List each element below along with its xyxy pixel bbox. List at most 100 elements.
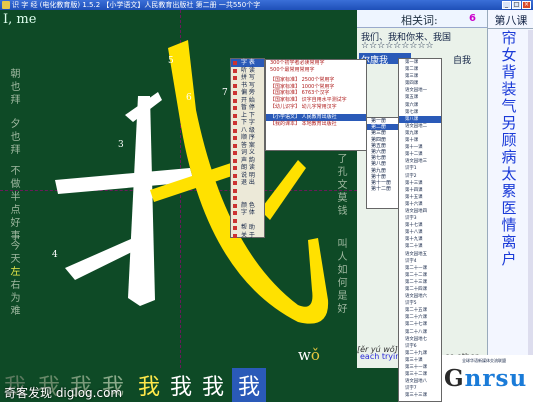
- menu-item[interactable]: 偏 旁: [231, 89, 264, 97]
- menu-item[interactable]: 识字5: [399, 300, 441, 307]
- menu-item[interactable]: 顺 序: [231, 134, 264, 142]
- menu-item[interactable]: 第八课: [399, 115, 441, 123]
- menu-item[interactable]: 声 韵: [231, 157, 264, 165]
- menu-item[interactable]: 朗 读: [231, 164, 264, 172]
- lesson-char[interactable]: 女: [492, 47, 526, 64]
- menu-item[interactable]: 帮 助: [231, 224, 264, 232]
- menu-item[interactable]: 第十七课: [399, 222, 441, 229]
- menu-item[interactable]: 第二十七课: [399, 321, 441, 328]
- close-button[interactable]: ×: [522, 1, 531, 9]
- menu-item[interactable]: 说 明: [231, 172, 264, 180]
- menu-item[interactable]: 第六课: [399, 102, 441, 109]
- menu-item[interactable]: 语文园地一: [399, 87, 441, 94]
- menu-item[interactable]: 语文园地八: [399, 378, 441, 385]
- menu-item[interactable]: 开 始: [231, 97, 264, 105]
- history-char-current[interactable]: 我: [232, 368, 266, 402]
- menu-item[interactable]: 字 体: [231, 209, 264, 217]
- menu-item[interactable]: 第一课: [399, 59, 441, 66]
- menu-item[interactable]: 八 级: [231, 127, 264, 135]
- menu-item[interactable]: 第十课: [399, 137, 441, 144]
- lesson-scrollbar[interactable]: [528, 30, 533, 368]
- menu-item[interactable]: 词 义: [231, 149, 264, 157]
- menu-item[interactable]: 【国家标准】 6763个汉字: [266, 90, 366, 97]
- lesson-char[interactable]: 病: [492, 149, 526, 166]
- menu-item[interactable]: 书 写: [231, 82, 264, 90]
- lesson-char-list[interactable]: 帘女背装气另顾病太累医情离户: [492, 30, 526, 268]
- lesson-char[interactable]: 装: [492, 81, 526, 98]
- menu-item[interactable]: 识字7: [399, 385, 441, 392]
- menu-item[interactable]: 第十五课: [399, 194, 441, 201]
- menu-item[interactable]: 第三十二课: [399, 371, 441, 378]
- menu-item[interactable]: 第七课: [399, 109, 441, 116]
- minimize-button[interactable]: _: [502, 1, 511, 9]
- lesson-char[interactable]: 另: [492, 115, 526, 132]
- menu-item[interactable]: 【国家标准】 2500个常用字: [266, 77, 366, 84]
- lesson-char[interactable]: 情: [492, 217, 526, 234]
- menu-item[interactable]: 300个初学者必读常用字: [266, 60, 366, 67]
- menu-item[interactable]: 关 于: [231, 232, 264, 240]
- menu-item[interactable]: 第十一课: [399, 144, 441, 151]
- menu-item[interactable]: 下 字: [231, 119, 264, 127]
- lesson-char[interactable]: 气: [492, 98, 526, 115]
- history-char[interactable]: 我: [198, 368, 228, 402]
- menu-item[interactable]: 第四课: [399, 80, 441, 87]
- lesson-char[interactable]: 顾: [492, 132, 526, 149]
- word-line[interactable]: 自我: [453, 53, 471, 66]
- menu-item[interactable]: 【小学语文】 人民教育出版社: [266, 114, 366, 121]
- lesson-char[interactable]: 医: [492, 200, 526, 217]
- menu-item[interactable]: 上 下: [231, 112, 264, 120]
- menu-item[interactable]: 第二十课: [399, 243, 441, 250]
- menu-item[interactable]: 第十四课: [399, 187, 441, 194]
- menu-item[interactable]: 【幼儿识字】 幼儿字常用汉字: [266, 104, 366, 111]
- menu-item[interactable]: 第三十课: [399, 357, 441, 364]
- menu-item[interactable]: 语文园地七: [399, 336, 441, 343]
- menu-item[interactable]: 第十二课: [399, 151, 441, 158]
- menu-item[interactable]: 500个最常用常用字: [266, 67, 366, 74]
- menu-item[interactable]: 识字1: [399, 165, 441, 172]
- menu-item[interactable]: 第二十六课: [399, 314, 441, 321]
- menu-item[interactable]: 识字3: [399, 215, 441, 222]
- history-char[interactable]: 我: [166, 368, 196, 402]
- history-char[interactable]: 我: [134, 368, 164, 402]
- menu-item[interactable]: 第二十五课: [399, 307, 441, 314]
- menu-item[interactable]: 拼 写: [231, 74, 264, 82]
- menu-item[interactable]: 第三十一课: [399, 364, 441, 371]
- menu-item[interactable]: 第十六课: [399, 201, 441, 208]
- menu-item[interactable]: 第二十四课: [399, 286, 441, 293]
- lesson-char[interactable]: 太: [492, 166, 526, 183]
- menu-item[interactable]: 第十八课: [399, 229, 441, 236]
- menu-item[interactable]: 第二课: [399, 66, 441, 73]
- lesson-char[interactable]: 累: [492, 183, 526, 200]
- menu-item[interactable]: 识字2: [399, 173, 441, 180]
- menu-item[interactable]: 第二十八课: [399, 329, 441, 336]
- lesson-char[interactable]: 帘: [492, 30, 526, 47]
- menu-item[interactable]: 退 出: [231, 179, 264, 187]
- lesson-char[interactable]: 户: [492, 251, 526, 268]
- menu-item[interactable]: 第二十一课: [399, 265, 441, 272]
- menu-item[interactable]: 识字6: [399, 343, 441, 350]
- menu-item[interactable]: 【我的课本】 本地教育出版社: [266, 121, 366, 128]
- menu-item[interactable]: 【国家标准】 识字自用水平测试字: [266, 97, 366, 104]
- menu-item[interactable]: 语文园地四: [399, 208, 441, 215]
- menu-item[interactable]: 答 案: [231, 142, 264, 150]
- lesson-char[interactable]: 离: [492, 234, 526, 251]
- menu-item[interactable]: 识字4: [399, 258, 441, 265]
- maximize-button[interactable]: □: [512, 1, 521, 9]
- menu-item[interactable]: 颜 色: [231, 202, 264, 210]
- menu-item[interactable]: 第二十二课: [399, 272, 441, 279]
- menu-item[interactable]: 语文园地二: [399, 123, 441, 130]
- lesson-char[interactable]: 背: [492, 64, 526, 81]
- menu-item[interactable]: 第三课: [399, 73, 441, 80]
- menu-item[interactable]: 第九课: [399, 130, 441, 137]
- menu-item[interactable]: 第十三课: [399, 180, 441, 187]
- menu-item[interactable]: 第二十三课: [399, 279, 441, 286]
- menu-item[interactable]: 语文园地三: [399, 158, 441, 165]
- menu-item[interactable]: 语文园地六: [399, 293, 441, 300]
- menu-item[interactable]: 字 表: [231, 59, 264, 67]
- menu-item[interactable]: 第五课: [399, 94, 441, 101]
- menu-item[interactable]: 第二十九课: [399, 350, 441, 357]
- menu-item[interactable]: 听 读: [231, 67, 264, 75]
- menu-item[interactable]: 暂 停: [231, 104, 264, 112]
- menu-item[interactable]: 语文园地五: [399, 251, 441, 258]
- menu-item[interactable]: 第十九课: [399, 236, 441, 243]
